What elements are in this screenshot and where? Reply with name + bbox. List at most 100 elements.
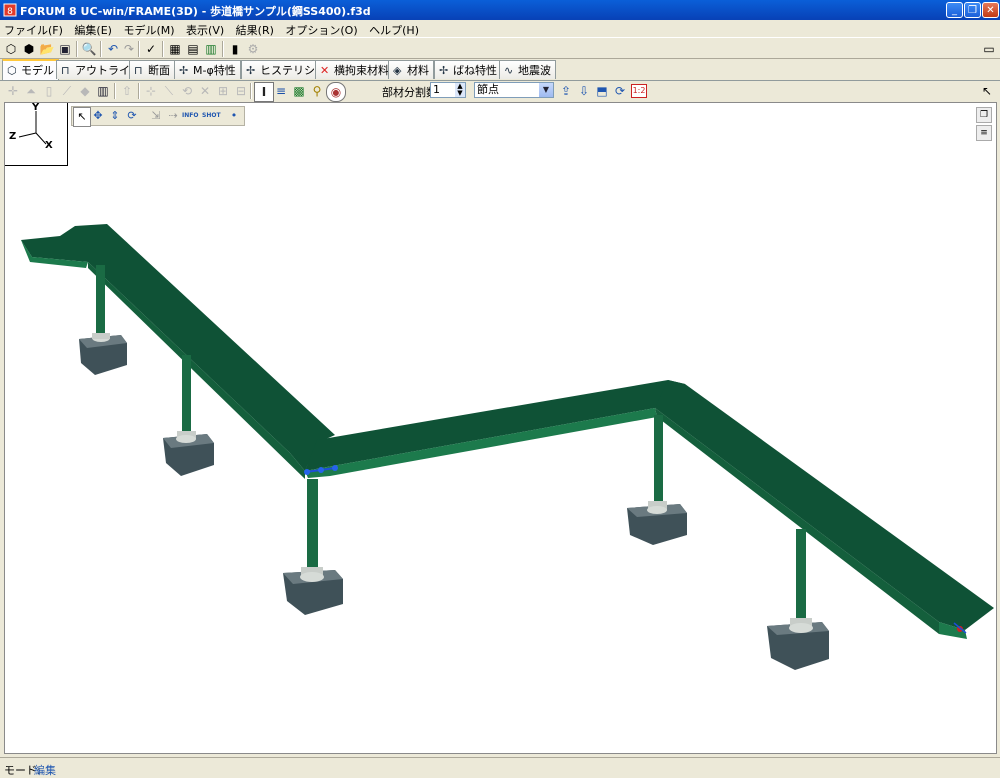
axis-indicator: Y Z X (5, 103, 68, 166)
menu-edit[interactable]: 編集(E) (70, 20, 116, 38)
tab-confine[interactable]: ✕ 横拘束材料 (315, 60, 394, 79)
pan-icon[interactable]: ✥ (90, 107, 106, 125)
cross-icon[interactable]: ✕ (196, 82, 214, 100)
settings-disabled-icon[interactable]: ⚙ (244, 40, 262, 58)
pointer-icon[interactable]: ↖ (73, 107, 91, 127)
separator (138, 83, 140, 99)
table-icon[interactable]: ▥ (94, 82, 112, 100)
group-icon[interactable]: ⬒ (593, 82, 611, 100)
axis-z-label: Z (9, 131, 17, 142)
grid-icon[interactable]: ⊞ (214, 82, 232, 100)
print-preview-icon[interactable]: 🔍 (80, 40, 98, 58)
confine-icon: ✕ (320, 64, 330, 77)
close-icon[interactable]: ✕ (982, 2, 999, 18)
info-button[interactable]: INFO (182, 107, 198, 125)
refresh-icon[interactable]: ⟳ (611, 82, 629, 100)
shot-button[interactable]: SHOT (202, 107, 221, 125)
menu-results[interactable]: 結果(R) (232, 20, 278, 38)
target-icon[interactable]: ◉ (326, 82, 346, 102)
tab-spring[interactable]: ✢ ばね特性 (434, 60, 502, 79)
menu-file[interactable]: ファイル(F) (0, 20, 67, 38)
separator (114, 83, 116, 99)
pointer-help-icon[interactable]: ↖ (978, 82, 996, 100)
menu-model[interactable]: モデル(M) (119, 20, 178, 38)
menu-help[interactable]: ヘルプ(H) (365, 20, 423, 38)
list-panel-icon[interactable]: ≡ (976, 125, 992, 141)
tab-model[interactable]: ⬡ モデル (2, 59, 59, 80)
delete-icon[interactable]: ▯ (40, 82, 58, 100)
split-icon[interactable]: ⊹ (142, 82, 160, 100)
fit-icon[interactable]: ⇲ (148, 107, 164, 125)
move-down-icon[interactable]: ⇩ (575, 82, 593, 100)
image-icon[interactable]: ▩ (290, 82, 308, 100)
i-beam-icon[interactable]: I (254, 82, 274, 102)
report-icon[interactable]: ▤ (184, 40, 202, 58)
bearing-1-body (92, 333, 110, 339)
spring-icon: ✢ (439, 64, 449, 77)
m-phi-icon: ✢ (179, 64, 189, 77)
minimize-icon[interactable]: _ (946, 2, 963, 18)
move-up-icon[interactable]: ⇪ (557, 82, 575, 100)
tab-bar: ⬡ モデル ⊓ アウトライン ⊓ 断面 ✢ M-φ特性 ✢ ヒステリシス ✕ 横拘束材料 ◈… (0, 59, 1000, 81)
menu-view[interactable]: 表示(V) (182, 20, 228, 38)
new-plane-icon[interactable]: ⬢ (20, 40, 38, 58)
divisions-stepper[interactable]: 1 ▲ ▼ (430, 82, 466, 98)
diagonal-icon[interactable]: ⟍ (160, 82, 178, 100)
rotate-icon[interactable]: ⟲ (178, 82, 196, 100)
selected-node[interactable] (318, 467, 324, 473)
search-node-icon[interactable]: ⚲ (308, 82, 326, 100)
perspective-icon[interactable]: ⇢ (165, 107, 181, 125)
up-icon[interactable]: ⇧ (118, 82, 136, 100)
selected-node[interactable] (304, 469, 310, 475)
zoom-badge[interactable]: 1:2 (631, 84, 647, 98)
check-icon[interactable]: ✓ (142, 40, 160, 58)
add-node-icon[interactable]: ✛ (4, 82, 22, 100)
restore-icon[interactable]: ❐ (964, 2, 981, 18)
hysteresis-icon: ✢ (246, 64, 256, 77)
tab-material[interactable]: ◈ 材料 (388, 60, 434, 79)
support-icon[interactable]: ⏶ (22, 82, 40, 100)
spin-arrows-icon[interactable]: ▲ ▼ (455, 83, 465, 97)
separator (162, 41, 164, 57)
model-viewport[interactable]: Y Z X ↖ ✥ ⇕ ⟳ ⇲ ⇢ INFO SHOT • ❐ ≡ (4, 102, 997, 754)
menu-options[interactable]: オプション(O) (281, 20, 361, 38)
node-dot-icon[interactable]: • (226, 107, 242, 125)
tab-m-phi[interactable]: ✢ M-φ特性 (174, 60, 241, 79)
export-icon[interactable]: ▥ (202, 40, 220, 58)
calculator-icon[interactable]: ▮ (226, 40, 244, 58)
open-icon[interactable]: 📂 (38, 40, 56, 58)
chevron-down-icon[interactable]: ▼ (539, 83, 553, 97)
bridge-3d-scene[interactable] (5, 103, 996, 753)
align-icon[interactable]: ≡ (272, 82, 290, 100)
zoom-icon[interactable]: ⇕ (107, 107, 123, 125)
deck-segment-3 (655, 380, 994, 630)
box-icon[interactable]: ⊟ (232, 82, 250, 100)
menu-bar: ファイル(F) 編集(E) モデル(M) 表示(V) 結果(R) オプション(O… (0, 20, 1000, 37)
fill-icon[interactable]: ◆ (76, 82, 94, 100)
window-cascade-icon[interactable]: ❐ (976, 107, 992, 123)
redo-icon[interactable]: ↷ (120, 40, 138, 58)
calc-icon[interactable]: ▦ (166, 40, 184, 58)
save-icon[interactable]: ▣ (56, 40, 74, 58)
select-target-value: 節点 (477, 83, 499, 96)
select-target-combo[interactable]: 節点 ▼ (474, 82, 554, 98)
selected-node[interactable] (332, 465, 338, 471)
tab-label: 横拘束材料 (334, 64, 389, 77)
outline-icon: ⊓ (61, 64, 70, 77)
pier-5 (796, 529, 806, 623)
member-icon[interactable]: ⟋ (58, 82, 76, 100)
divisions-label: 部材分割数 (382, 86, 437, 99)
tab-label: モデル (21, 64, 54, 77)
tab-label: 地震波 (518, 64, 551, 77)
tab-wave[interactable]: ∿ 地震波 (499, 60, 556, 79)
bearing-3-base (300, 572, 324, 582)
toolbar-options-icon[interactable]: ▭ (980, 40, 998, 58)
tab-section[interactable]: ⊓ 断面 (129, 60, 175, 79)
bearing-4-base (647, 506, 667, 514)
rotate-view-icon[interactable]: ⟳ (124, 107, 140, 125)
bearing-5-base (789, 623, 813, 633)
deck-segment-2 (305, 380, 685, 471)
tab-label: 材料 (407, 64, 429, 77)
new-3d-icon[interactable]: ⬡ (2, 40, 20, 58)
view-tool-palette: ↖ ✥ ⇕ ⟳ ⇲ ⇢ INFO SHOT • (71, 106, 245, 127)
